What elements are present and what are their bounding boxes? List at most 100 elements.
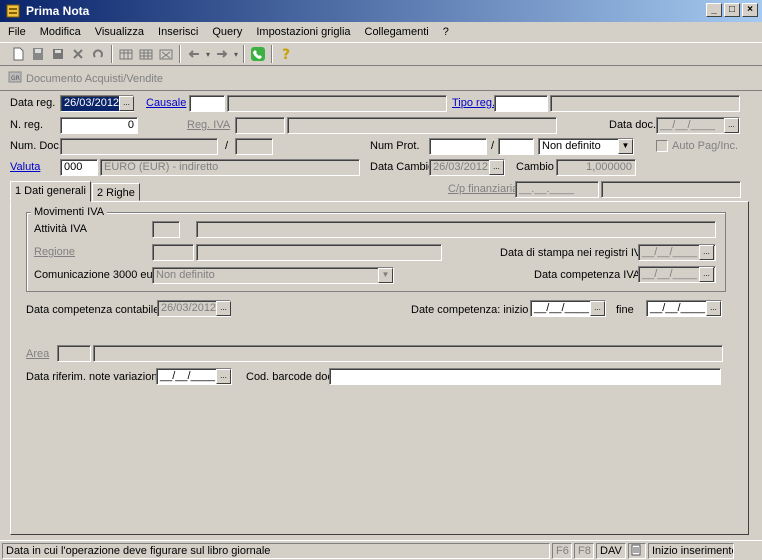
regione-code-field <box>152 244 194 261</box>
cambio-label: Cambio <box>516 161 554 173</box>
forward-dropdown-icon[interactable]: ▾ <box>232 44 240 64</box>
num-prot-suffix-field[interactable] <box>498 138 534 155</box>
menu-impostazioni-griglia[interactable]: Impostazioni griglia <box>256 26 350 38</box>
cp-finanziaria-field: __.__.____ <box>515 181 599 198</box>
area-link: Area <box>26 348 50 360</box>
num-prot-slash: / <box>491 140 495 152</box>
help-icon[interactable]: ? <box>276 44 296 64</box>
save-as-icon[interactable] <box>28 44 48 64</box>
data-comp-iva-label: Data competenza IVA <box>534 269 641 281</box>
tipo-reg-desc-field <box>550 95 740 112</box>
num-prot-type-dropdown-icon[interactable]: ▼ <box>618 139 633 154</box>
data-reg-label: Data reg. <box>10 97 56 109</box>
comunicazione-label: Comunicazione 3000 euro <box>34 269 163 281</box>
data-stampa-label: Data di stampa nei registri IVA <box>500 247 648 259</box>
reg-iva-link: Reg. IVA <box>187 119 231 131</box>
fine-picker-button[interactable]: ... <box>706 301 721 316</box>
data-stampa-picker-button: ... <box>699 245 714 260</box>
regione-desc-field <box>196 244 442 261</box>
auto-pag-checkbox <box>656 140 668 152</box>
attivita-iva-code-field <box>152 221 180 238</box>
data-riferim-label: Data riferim. note variazione <box>26 371 164 383</box>
toolbar: ▾ ▾ ? <box>0 42 762 66</box>
toolbar-separator <box>243 45 245 63</box>
movimenti-iva-title: Movimenti IVA <box>31 206 108 219</box>
back-arrow-icon[interactable] <box>184 44 204 64</box>
barcode-label: Cod. barcode doc. <box>246 371 336 383</box>
comunicazione-dropdown-icon: ▼ <box>378 268 393 283</box>
forward-arrow-icon[interactable] <box>212 44 232 64</box>
document-icon[interactable]: GR <box>8 70 22 87</box>
grid-delete-icon[interactable] <box>156 44 176 64</box>
valuta-link[interactable]: Valuta <box>10 159 40 176</box>
menu-inserisci[interactable]: Inserisci <box>158 26 198 38</box>
phone-icon[interactable] <box>248 44 268 64</box>
menu-file[interactable]: File <box>8 26 26 38</box>
minimize-button[interactable]: _ <box>706 3 722 17</box>
new-icon[interactable] <box>8 44 28 64</box>
svg-text:GR: GR <box>11 75 20 82</box>
num-doc-suffix-field <box>235 138 273 155</box>
data-comp-iva-picker-button: ... <box>699 267 714 282</box>
num-prot-field[interactable] <box>429 138 487 155</box>
causale-desc-field <box>227 95 447 112</box>
data-reg-picker-button[interactable]: ... <box>119 96 134 111</box>
num-doc-slash: / <box>225 140 229 152</box>
status-f8: F8 <box>574 542 594 559</box>
comunicazione-select: Non definito <box>152 267 394 284</box>
date-comp-inizio-label: Date competenza: inizio <box>411 304 529 316</box>
menu-query[interactable]: Query <box>212 26 242 38</box>
app-icon <box>6 4 20 18</box>
data-comp-cont-label: Data competenza contabile <box>26 304 160 316</box>
area-desc-field <box>93 345 723 362</box>
data-doc-label: Data doc. <box>609 119 657 131</box>
reg-iva-code-field <box>235 117 285 134</box>
cp-finanziaria-link: C/p finanziaria <box>448 183 519 195</box>
grid-icon[interactable] <box>136 44 156 64</box>
causale-code-field[interactable] <box>189 95 225 112</box>
menu-visualizza[interactable]: Visualizza <box>95 26 144 38</box>
causale-link[interactable]: Causale <box>146 95 186 112</box>
toolbar-separator <box>271 45 273 63</box>
date-comp-inizio-picker-button[interactable]: ... <box>590 301 605 316</box>
grid-add-icon[interactable] <box>116 44 136 64</box>
back-dropdown-icon[interactable]: ▾ <box>204 44 212 64</box>
toolbar-separator <box>111 45 113 63</box>
menu-help[interactable]: ? <box>443 26 449 38</box>
save-icon[interactable] <box>48 44 68 64</box>
fine-label: fine <box>616 304 634 316</box>
data-cambio-label: Data Cambio <box>370 161 435 173</box>
svg-text:?: ? <box>282 47 290 62</box>
title-bar: Prima Nota _ □ × <box>0 0 762 22</box>
close-button[interactable]: × <box>742 3 758 17</box>
delete-icon[interactable] <box>68 44 88 64</box>
documento-acquisti-vendite-button[interactable]: Documento Acquisti/Vendite <box>26 73 163 85</box>
num-doc-label: Num. Doc. <box>10 140 62 152</box>
data-riferim-picker-button[interactable]: ... <box>216 369 231 384</box>
auto-pag-label: Auto Pag/Inc. <box>672 140 739 152</box>
menu-modifica[interactable]: Modifica <box>40 26 81 38</box>
num-doc-field <box>60 138 218 155</box>
data-comp-cont-picker-button: ... <box>216 301 231 316</box>
reg-iva-desc-field <box>287 117 557 134</box>
n-reg-field[interactable]: 0 <box>60 117 138 134</box>
barcode-field[interactable] <box>329 368 721 385</box>
tab-dati-generali[interactable]: 1 Dati generali <box>10 181 91 202</box>
undo-icon[interactable] <box>88 44 108 64</box>
menu-collegamenti[interactable]: Collegamenti <box>365 26 429 38</box>
status-f6: F6 <box>552 542 572 559</box>
menu-bar: File Modifica Visualizza Inserisci Query… <box>0 23 762 41</box>
regione-link: Regione <box>34 246 75 258</box>
maximize-button[interactable]: □ <box>724 3 740 17</box>
attivita-iva-desc-field <box>196 221 716 238</box>
status-dav: DAV <box>596 542 626 559</box>
status-mode: Inizio inserimento.. <box>648 542 734 559</box>
tab-righe[interactable]: 2 Righe <box>92 183 140 201</box>
toolbar-separator <box>179 45 181 63</box>
status-page-icon <box>628 542 646 559</box>
status-message: Data in cui l'operazione deve figurare s… <box>2 542 550 559</box>
tipo-reg-link[interactable]: Tipo reg. <box>452 95 495 112</box>
tipo-reg-code-field[interactable] <box>494 95 548 112</box>
valuta-desc-field: EURO (EUR) - indiretto <box>100 159 360 176</box>
valuta-code-field[interactable]: 000 <box>60 159 98 176</box>
